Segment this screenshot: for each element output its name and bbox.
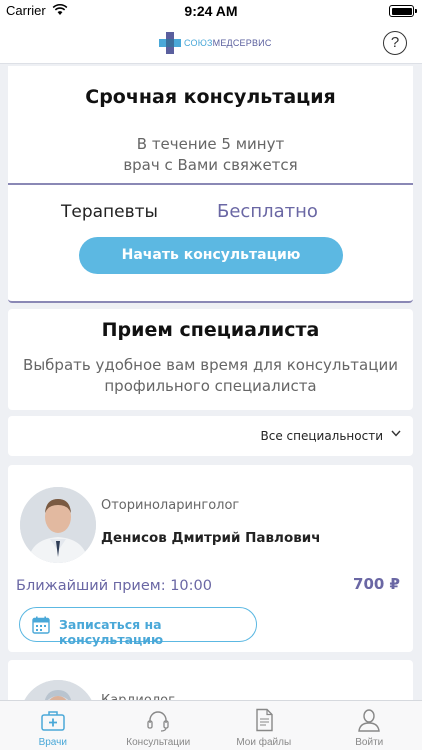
doctor-specialty: Оториноларинголог xyxy=(101,498,240,513)
book-consultation-label: Записаться на консультацию xyxy=(59,617,164,647)
specialist-title: Прием специалиста xyxy=(101,319,320,341)
headset-icon xyxy=(147,711,169,732)
doctor-avatar xyxy=(20,487,96,563)
specialist-subtitle: Выбрать удобное вам время для консультац… xyxy=(23,356,398,395)
tab-bar: Врачи Консультации Мои файлы Войти xyxy=(0,700,422,750)
tab-consultations-label: Консультации xyxy=(126,737,191,748)
battery-icon xyxy=(389,5,417,17)
book-consultation-button[interactable]: Записаться на консультацию xyxy=(19,607,257,647)
specialist-card: Прием специалиста Выбрать удобное вам вр… xyxy=(8,309,413,410)
consultation-price: 700 ₽ xyxy=(353,575,400,593)
help-button[interactable]: ? xyxy=(383,31,407,55)
tab-my-files[interactable]: Мои файлы xyxy=(211,701,317,750)
tab-doctors[interactable]: Врачи xyxy=(0,701,106,750)
specialty-filter-label: Все специальности xyxy=(260,429,384,443)
category-label: Терапевты xyxy=(61,202,158,222)
price-label: Бесплатно xyxy=(217,201,318,222)
person-icon xyxy=(358,709,381,732)
tab-login-label: Войти xyxy=(355,737,384,748)
calendar-icon xyxy=(32,616,50,634)
chevron-down-icon xyxy=(391,430,401,437)
doctor-bag-icon xyxy=(41,711,65,731)
doctor-name: Денисов Дмитрий Павлович xyxy=(101,530,321,546)
clock: 9:24 AM xyxy=(184,3,238,19)
tab-consultations[interactable]: Консультации xyxy=(106,701,212,750)
tab-doctors-label: Врачи xyxy=(38,737,67,748)
status-bar: Carrier 9:24 AM xyxy=(0,0,422,22)
logo: СОЮЗМЕДСЕРВИС xyxy=(159,31,272,55)
start-consultation-button[interactable]: Начать консультацию xyxy=(79,237,343,274)
nav-bar: СОЮЗМЕДСЕРВИС ? xyxy=(0,22,422,64)
nearest-appointment: Ближайший прием: 10:00 xyxy=(16,578,212,594)
file-icon xyxy=(256,708,273,732)
urgent-subtitle: В течение 5 минут врач с Вами свяжется xyxy=(123,135,298,174)
tab-my-files-label: Мои файлы xyxy=(236,737,292,748)
medical-cross-logo-icon xyxy=(159,32,181,54)
doctor-photo-icon xyxy=(20,487,96,563)
specialty-filter[interactable]: Все специальности xyxy=(8,416,413,456)
doctor-card[interactable]: Оториноларинголог Денисов Дмитрий Павлов… xyxy=(8,465,413,652)
divider xyxy=(8,183,413,185)
urgent-title: Срочная консультация xyxy=(85,86,336,108)
logo-text: СОЮЗМЕДСЕРВИС xyxy=(184,38,272,48)
urgent-consultation-card: Срочная консультация В течение 5 минут в… xyxy=(8,66,413,303)
tab-login[interactable]: Войти xyxy=(317,701,422,750)
